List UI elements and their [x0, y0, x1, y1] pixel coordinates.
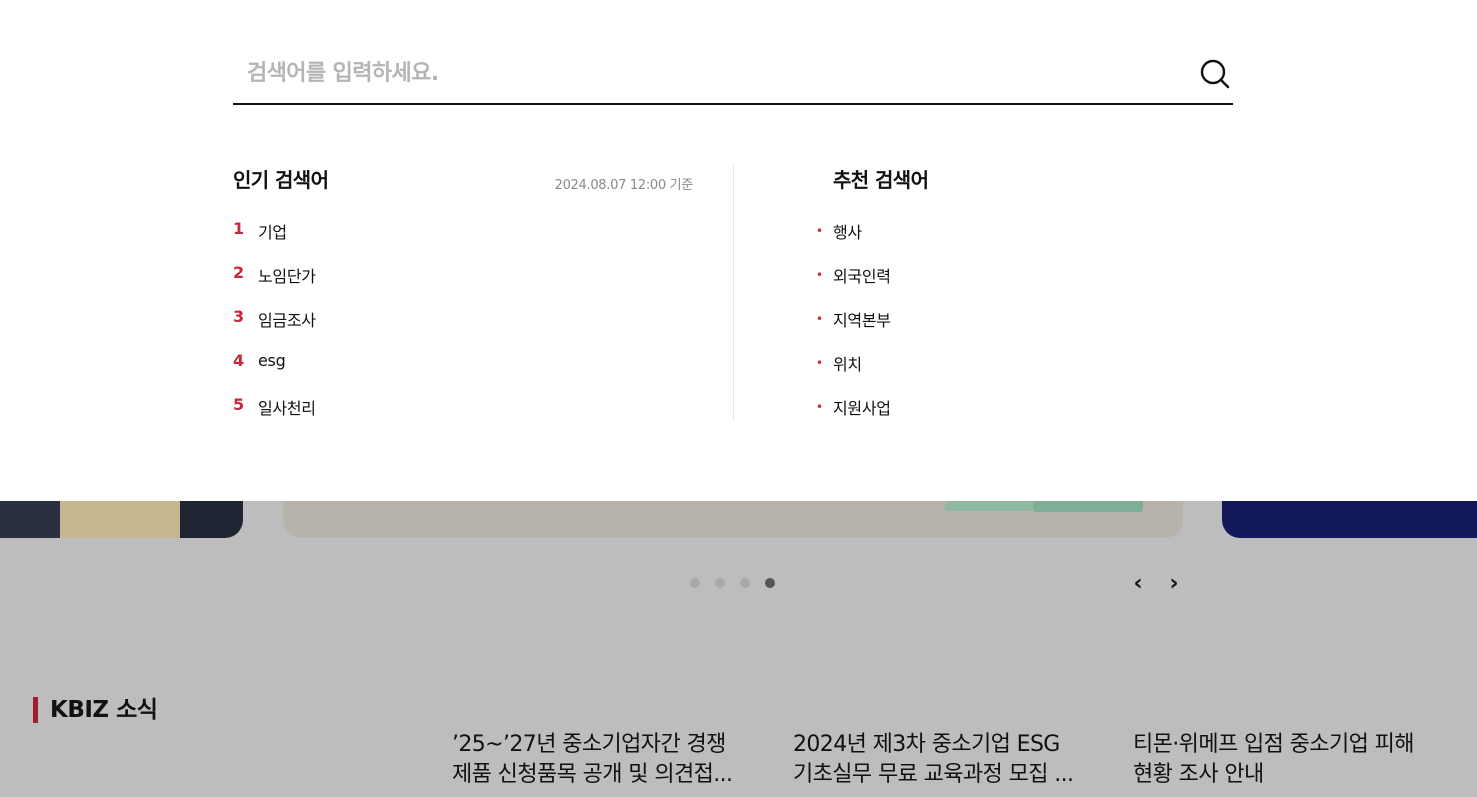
- keyword-term: 지역본부: [833, 311, 891, 330]
- keyword-term: 일사천리: [258, 399, 316, 418]
- popular-keyword-item[interactable]: 1 기업: [233, 219, 316, 263]
- keyword-term: 위치: [833, 355, 862, 374]
- keyword-rank: 2: [233, 263, 245, 282]
- bullet-icon: •: [816, 312, 824, 326]
- keyword-rank: 4: [233, 351, 245, 370]
- keyword-term: esg: [258, 351, 286, 370]
- slider-dot-4[interactable]: [765, 578, 775, 588]
- popular-keyword-item[interactable]: 5 일사천리: [233, 395, 316, 439]
- bullet-icon: •: [816, 356, 824, 370]
- recommended-keywords-title: 추천 검색어: [833, 168, 929, 192]
- news-title-line: ’25~’27년 중소기업자간 경쟁: [452, 732, 726, 757]
- popular-keywords-timestamp: 2024.08.07 12:00 기준: [554, 178, 694, 193]
- keyword-term: 노임단가: [258, 267, 316, 286]
- kbiz-news-title: KBIZ 소식: [33, 697, 158, 723]
- search-panel: 인기 검색어 2024.08.07 12:00 기준 1 기업 2 노임단가 3…: [0, 0, 1477, 501]
- recommended-keyword-item[interactable]: • 위치: [816, 351, 891, 395]
- keyword-rank: 5: [233, 395, 245, 414]
- slider-pagination: [690, 578, 775, 588]
- news-title-line: 2024년 제3차 중소기업 ESG: [793, 732, 1060, 757]
- slider-dot-2[interactable]: [715, 578, 725, 588]
- keyword-term: 기업: [258, 223, 287, 242]
- popular-keyword-item[interactable]: 3 임금조사: [233, 307, 316, 351]
- popular-keywords-list: 1 기업 2 노임단가 3 임금조사 4 esg 5 일사천리: [233, 219, 316, 439]
- recommended-keyword-item[interactable]: • 지원사업: [816, 395, 891, 439]
- keyword-term: 행사: [833, 223, 862, 242]
- recommended-keywords-list: • 행사 • 외국인력 • 지역본부 • 위치 • 지원사업: [816, 219, 891, 439]
- news-title-line: 현황 조사 안내: [1133, 762, 1264, 787]
- keyword-rank: 1: [233, 219, 245, 238]
- keyword-term: 외국인력: [833, 267, 891, 286]
- column-divider: [733, 165, 734, 421]
- keyword-term: 지원사업: [833, 399, 891, 418]
- keyword-term: 임금조사: [258, 311, 316, 330]
- search-input[interactable]: [233, 44, 1163, 103]
- bullet-icon: •: [816, 268, 824, 282]
- chevron-right-icon[interactable]: ›: [1162, 572, 1186, 596]
- bullet-icon: •: [816, 400, 824, 414]
- chevron-left-icon[interactable]: ‹: [1126, 572, 1150, 596]
- search-icon: [1200, 59, 1230, 89]
- news-title-line: 기초실무 무료 교육과정 모집 ...: [793, 762, 1074, 787]
- search-button[interactable]: [1199, 58, 1231, 90]
- recommended-keyword-item[interactable]: • 외국인력: [816, 263, 891, 307]
- popular-keyword-item[interactable]: 2 노임단가: [233, 263, 316, 307]
- news-title-line: 티몬·위메프 입점 중소기업 피해: [1133, 732, 1415, 757]
- popular-keyword-item[interactable]: 4 esg: [233, 351, 316, 395]
- recommended-keyword-item[interactable]: • 지역본부: [816, 307, 891, 351]
- page: ‹ › KBIZ 소식 ’25~’27년 중소기업자간 경쟁 제품 신청품목 공…: [0, 0, 1477, 797]
- popular-keywords-title: 인기 검색어: [233, 168, 329, 192]
- slider-dot-3[interactable]: [740, 578, 750, 588]
- bullet-icon: •: [816, 224, 824, 238]
- slider-dot-1[interactable]: [690, 578, 700, 588]
- recommended-keyword-item[interactable]: • 행사: [816, 219, 891, 263]
- keyword-rank: 3: [233, 307, 245, 326]
- news-item[interactable]: 2024년 제3차 중소기업 ESG 기초실무 무료 교육과정 모집 ...: [793, 730, 1103, 790]
- news-title-line: 제품 신청품목 공개 및 의견접...: [452, 762, 733, 787]
- news-item[interactable]: ’25~’27년 중소기업자간 경쟁 제품 신청품목 공개 및 의견접...: [452, 730, 762, 790]
- news-item[interactable]: 티몬·위메프 입점 중소기업 피해 현황 조사 안내: [1133, 730, 1443, 790]
- search-bar: [233, 44, 1233, 105]
